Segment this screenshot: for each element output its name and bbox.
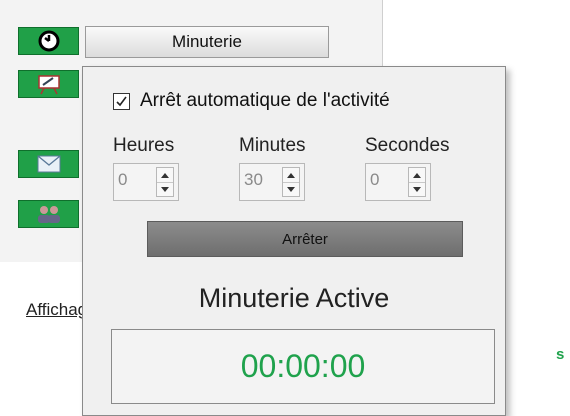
timer-status-title: Minuterie Active [198, 283, 390, 313]
seconds-down-button[interactable] [409, 182, 425, 196]
clock-icon [37, 29, 61, 53]
hours-stepper[interactable]: 0 [113, 163, 179, 201]
hours-down-button[interactable] [157, 182, 173, 196]
whiteboard-button[interactable] [18, 70, 79, 98]
hours-up-button[interactable] [157, 168, 173, 183]
spin-down-icon [161, 186, 169, 192]
peek-text: s [556, 346, 565, 363]
timer-icon-button[interactable] [18, 27, 79, 55]
seconds-label: Secondes [365, 135, 450, 156]
spin-down-icon [413, 186, 421, 192]
minutes-down-button[interactable] [283, 182, 299, 196]
whiteboard-icon [36, 73, 62, 95]
timer-button[interactable]: Minuterie [85, 26, 329, 58]
hours-label: Heures [113, 135, 175, 156]
auto-stop-row[interactable]: Arrêt automatique de l'activité [113, 87, 390, 115]
display-link[interactable]: Affichage [26, 300, 82, 320]
auto-stop-label: Arrêt automatique de l'activité [140, 90, 390, 111]
minutes-label: Minutes [239, 135, 306, 156]
users-icon [36, 204, 62, 224]
checkmark-icon [116, 96, 127, 106]
users-button[interactable] [18, 200, 79, 228]
spin-up-icon [413, 172, 421, 178]
auto-stop-checkbox[interactable] [113, 92, 130, 110]
seconds-stepper[interactable]: 0 [365, 163, 431, 201]
elapsed-time-display: 00:00:00 [111, 329, 495, 404]
timer-popup: Arrêt automatique de l'activité Heures M… [82, 66, 506, 416]
message-button[interactable] [18, 150, 79, 178]
spin-up-icon [161, 172, 169, 178]
seconds-value: 0 [370, 170, 380, 189]
hours-value: 0 [118, 170, 128, 189]
stop-button[interactable]: Arrêter [147, 221, 463, 257]
minutes-spin-buttons [282, 167, 300, 197]
minutes-up-button[interactable] [283, 168, 299, 183]
minutes-stepper[interactable]: 30 [239, 163, 305, 201]
minutes-value: 30 [244, 170, 263, 189]
spin-up-icon [287, 172, 295, 178]
seconds-spin-buttons [408, 167, 426, 197]
spin-down-icon [287, 186, 295, 192]
mail-icon [37, 155, 61, 173]
hours-spin-buttons [156, 167, 174, 197]
seconds-up-button[interactable] [409, 168, 425, 183]
